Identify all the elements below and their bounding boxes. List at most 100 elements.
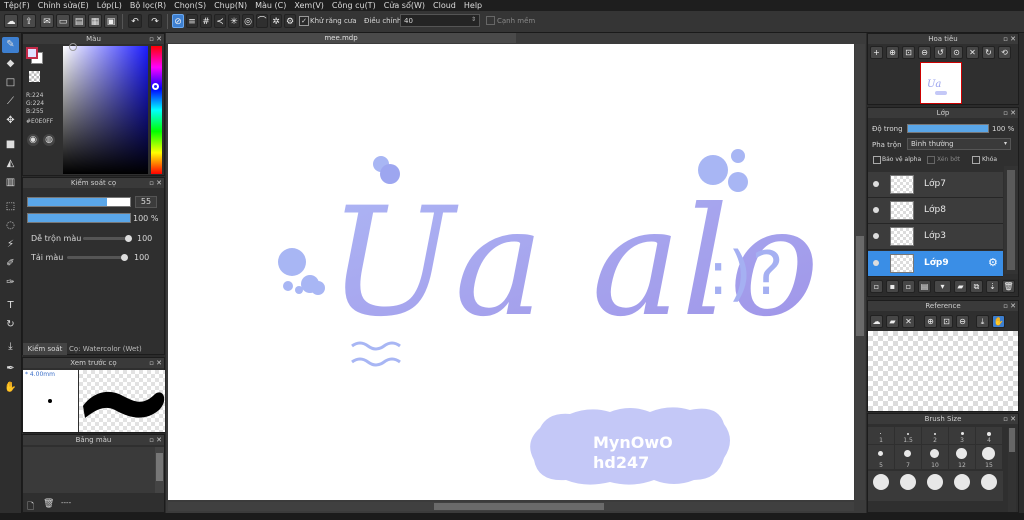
cloud-download-icon[interactable]: ☁ xyxy=(870,315,883,328)
brush-size-preset[interactable]: 2 xyxy=(922,427,948,444)
transparent-swatch[interactable] xyxy=(29,71,40,82)
gradient-tool-icon[interactable]: ▥ xyxy=(2,175,19,191)
select-eraser-icon[interactable]: ✑ xyxy=(2,275,19,291)
brush-size-preset[interactable]: 15 xyxy=(976,445,1002,469)
brush-size-preset[interactable]: 3 xyxy=(949,427,975,444)
brush-size-row-large[interactable] xyxy=(868,471,1003,501)
merge-icon[interactable]: ⇣ xyxy=(986,280,999,293)
snap-radial-icon[interactable]: ✳ xyxy=(228,14,240,28)
snap-off-icon[interactable]: ⊘ xyxy=(172,14,184,28)
redo-icon[interactable]: ↷ xyxy=(148,14,162,28)
menu-file[interactable]: Tệp(F) xyxy=(0,0,34,11)
flip-icon[interactable]: ✕ xyxy=(966,46,979,59)
menu-layer[interactable]: Lớp(L) xyxy=(93,0,126,11)
visibility-icon[interactable] xyxy=(873,260,879,266)
grid-layout-icon[interactable]: ▦ xyxy=(88,14,102,28)
operation-tool-icon[interactable]: ↻ xyxy=(2,317,19,333)
layer-row[interactable]: Lớp7 xyxy=(868,172,1003,198)
menu-cloud[interactable]: Cloud xyxy=(429,0,460,11)
delete-layer-icon[interactable]: 🗑 xyxy=(1002,280,1015,293)
menu-select[interactable]: Chọn(S) xyxy=(170,0,210,11)
rectangle-tool-icon[interactable]: □ xyxy=(2,75,19,91)
folder-icon[interactable]: ▰ xyxy=(954,280,967,293)
ref-zoom-out-icon[interactable]: ⊖ xyxy=(956,315,969,328)
ref-fit-icon[interactable]: ⊡ xyxy=(940,315,953,328)
adjust-input[interactable]: 40 ⇕ xyxy=(400,14,480,27)
comment-icon[interactable]: ▭ xyxy=(56,14,70,28)
move-tool-icon[interactable]: ✥ xyxy=(2,113,19,129)
layer-row[interactable]: Lớp8 xyxy=(868,198,1003,224)
canvas-paper[interactable]: Ua alo :)? MynOwO hd247 xyxy=(168,44,854,500)
brush-size-preset[interactable]: 12 xyxy=(949,445,975,469)
protect-alpha-checkbox[interactable] xyxy=(873,156,881,164)
select-tool-icon[interactable]: ⬚ xyxy=(2,199,19,215)
gear-icon[interactable]: ⚙ xyxy=(988,256,998,269)
snapshot-icon[interactable]: ▣ xyxy=(104,14,118,28)
eraser-tool-icon[interactable]: ◆ xyxy=(2,56,19,72)
menu-color[interactable]: Màu (C) xyxy=(251,0,290,11)
foreground-swatch[interactable] xyxy=(26,47,38,59)
brush-size-preset[interactable]: 5 xyxy=(868,445,894,469)
brush-size-preset[interactable]: 4 xyxy=(976,427,1002,444)
lasso-tool-icon[interactable]: ◌ xyxy=(2,218,19,234)
visibility-icon[interactable] xyxy=(873,233,879,239)
menu-help[interactable]: Help xyxy=(460,0,486,11)
close-reference-icon[interactable]: ✕ xyxy=(902,315,915,328)
canvas-hscroll[interactable] xyxy=(168,502,854,511)
layer-row-selected[interactable]: Lớp9 ⚙ xyxy=(868,251,1003,277)
cloud-icon[interactable]: ☁ xyxy=(4,14,18,28)
snap-perspective-icon[interactable]: ≺ xyxy=(214,14,226,28)
text-tool-icon[interactable]: T xyxy=(2,298,19,314)
fill-rect-icon[interactable]: ■ xyxy=(2,137,19,153)
magic-wand-icon[interactable]: ⚡ xyxy=(2,237,19,253)
brush-tool-icon[interactable]: ✎ xyxy=(2,37,19,53)
layer-opacity-bar[interactable] xyxy=(907,124,989,133)
menu-window[interactable]: Cửa sổ(W) xyxy=(380,0,429,11)
palette-scrollbar[interactable] xyxy=(155,447,164,493)
visibility-icon[interactable] xyxy=(873,181,879,187)
lock-checkbox[interactable] xyxy=(972,156,980,164)
delete-palette-icon[interactable]: 🗑 xyxy=(43,499,54,509)
zoom-out-icon[interactable]: ⊖ xyxy=(918,46,931,59)
ruler-pen-icon[interactable]: ✒ xyxy=(2,361,19,377)
brush-size-preset[interactable]: 1.5 xyxy=(895,427,921,444)
open-folder-icon[interactable]: ▰ xyxy=(886,315,899,328)
reset-view-icon[interactable]: ⟲ xyxy=(998,46,1011,59)
amount-slider[interactable] xyxy=(67,256,127,259)
new-layer-8bit-icon[interactable]: ▪ xyxy=(886,280,899,293)
rotate-right-icon[interactable]: ↻ xyxy=(982,46,995,59)
color-picker-icon[interactable]: ◍ xyxy=(43,134,55,146)
palette-area[interactable] xyxy=(23,447,155,493)
snap-grid-icon[interactable]: # xyxy=(200,14,212,28)
brush-size-value[interactable]: 55 xyxy=(135,196,157,208)
snap-circle-icon[interactable]: ◎ xyxy=(242,14,254,28)
layer-blend-select[interactable]: Bình thường ▾ xyxy=(907,138,1011,150)
duplicate-icon[interactable]: ⧉ xyxy=(970,280,983,293)
saturation-value-picker[interactable] xyxy=(63,46,148,174)
layer-row[interactable]: Lớp3 xyxy=(868,224,1003,250)
hue-cursor[interactable] xyxy=(152,83,159,90)
document-tab[interactable]: mee.mdp xyxy=(166,33,516,43)
new-layer-1bit-icon[interactable]: ▫ xyxy=(902,280,915,293)
zoom-in-icon[interactable]: + xyxy=(870,46,883,59)
settings-icon[interactable]: ⚙ xyxy=(284,14,296,28)
select-pen-icon[interactable]: ✐ xyxy=(2,256,19,272)
chat-icon[interactable]: ✉ xyxy=(40,14,54,28)
layer-scrollbar[interactable] xyxy=(1004,166,1018,274)
layer-type-dropdown-icon[interactable]: ▾ xyxy=(934,280,951,293)
rotate-left-icon[interactable]: ↺ xyxy=(934,46,947,59)
brush-stroke-icon[interactable]: ⟋ xyxy=(2,94,19,110)
menu-view[interactable]: Xem(V) xyxy=(290,0,328,11)
hand-tool-icon[interactable]: ✋ xyxy=(2,380,19,396)
antialias-checkbox[interactable]: ✓ xyxy=(299,16,309,26)
ref-zoom-in-icon[interactable]: ⊕ xyxy=(924,315,937,328)
snap-curve-icon[interactable]: ⌒ xyxy=(256,14,268,28)
ref-hand-icon[interactable]: ✋ xyxy=(992,315,1005,328)
rotate-reset-icon[interactable]: ⊙ xyxy=(950,46,963,59)
new-halftone-icon[interactable]: ▤ xyxy=(918,280,931,293)
brush-opacity-bar[interactable] xyxy=(27,213,131,223)
menu-tools[interactable]: Công cụ(T) xyxy=(328,0,380,11)
brush-size-scrollbar[interactable] xyxy=(1008,428,1016,512)
blend-slider[interactable] xyxy=(83,237,131,240)
bucket-tool-icon[interactable]: ◭ xyxy=(2,156,19,172)
